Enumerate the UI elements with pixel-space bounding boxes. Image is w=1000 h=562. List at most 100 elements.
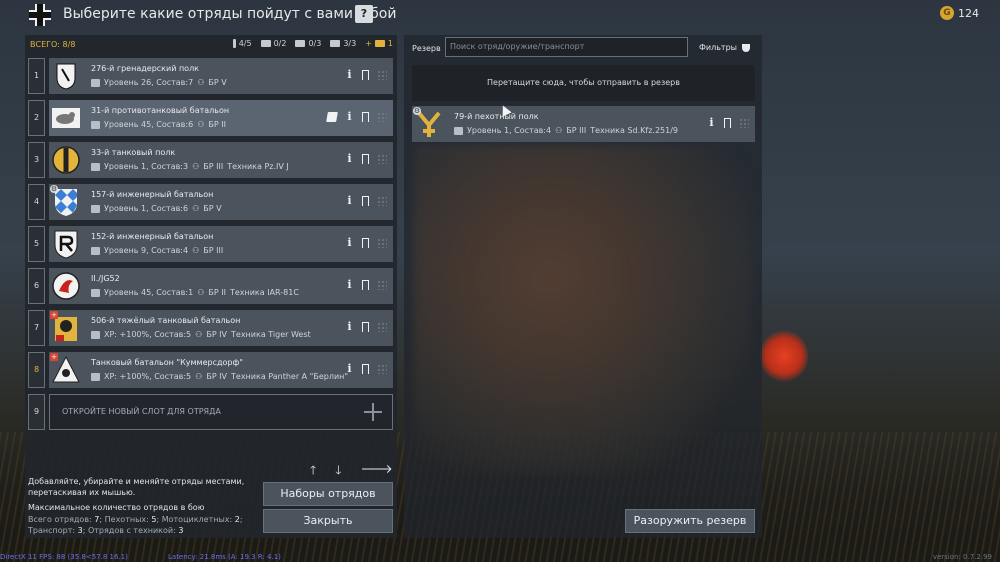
drag-handle-icon[interactable] [377,196,387,206]
bookmark-icon[interactable] [362,322,370,335]
reserve-squad-card[interactable]: ⚙ 79-й пехотный полк Уровень 1, Состав:4… [412,106,755,142]
drag-handle-icon[interactable] [377,112,387,122]
drag-handle-icon[interactable] [739,118,749,128]
info-icon[interactable]: i [345,237,354,249]
filters-button[interactable]: Фильтры [699,43,750,52]
drag-handle-icon[interactable] [377,238,387,248]
reserve-search-input[interactable]: Поиск отряд/оружие/транспорт [445,37,688,57]
drag-handle-icon[interactable] [377,280,387,290]
squad-slot-2[interactable]: 2 31-й противотанковый батальон Уровень … [28,100,393,136]
drag-handle-icon[interactable] [377,154,387,164]
plus-icon [364,403,382,421]
bookmark-icon[interactable] [362,70,370,83]
disarm-reserve-button[interactable]: Разоружить резерв [625,509,755,533]
version-readout: version: 0.7.2.99 [932,553,992,561]
bookmark-icon[interactable] [362,364,370,377]
squad-card[interactable]: 276-й гренадерский полк Уровень 26, Сост… [49,58,393,94]
squad-slot-7[interactable]: 7 + 506-й тяжёлый танковый батальон XP: … [28,310,393,346]
help-button[interactable]: ? [355,5,373,23]
squad-name: 157-й инженерный батальон [91,190,214,199]
squads-summary: ВСЕГО: 8/8 4/5 0/2 0/3 3/3 +1 [25,35,397,53]
fps-readout: DirectX 11 FPS: 88 (35.8<57.8 16.1) [0,553,128,561]
open-new-slot-button[interactable]: ОТКРОЙТЕ НОВЫЙ СЛОТ ДЛЯ ОТРЯДА [49,394,393,430]
person-icon: ⚇ [192,162,200,171]
slot-number: 2 [28,100,45,136]
info-icon[interactable]: i [345,321,354,333]
arrow-up-icon[interactable]: 🡑 [310,461,316,482]
reorder-arrows: 🡑 🡓 🡒 [310,461,393,482]
squad-name: 152-й инженерный батальон [91,232,214,241]
squad-stats: Уровень 1, Состав:4 ⚇ БР III Техника Sd.Kfz… [454,126,678,135]
bookmark-icon[interactable] [362,280,370,293]
drag-handle-icon[interactable] [377,364,387,374]
balkenkreuz-icon [29,4,51,26]
slot-number: 1 [28,58,45,94]
plane-icon [91,288,100,297]
squad-name: 506-й тяжёлый танковый батальон [91,316,241,325]
person-icon: ⚇ [195,372,203,381]
squad-stats: Уровень 1, Состав:6 ⚇ БР V [91,204,222,213]
reserve-label: Резерв [412,44,441,53]
squad-card[interactable]: 33-й танковый полк Уровень 1, Состав:3 ⚇ Б… [49,142,393,178]
infantry-icon [232,39,236,48]
squad-slot-6[interactable]: 6 II./JG52 Уровень 45, Состав:1 ⚇ БР II Тех… [28,268,393,304]
background-fire [760,330,808,382]
squad-slot-5[interactable]: 5 152-й инженерный батальон Уровень 9, С… [28,226,393,262]
info-icon[interactable]: i [345,69,354,81]
squad-slot-4[interactable]: 4 ⚙ 157-й инженерный батальон Уровень 1,… [28,184,393,220]
squad-name: 276-й гренадерский полк [91,64,200,73]
total-count: ВСЕГО: 8/8 [30,39,76,49]
reserve-panel: Резерв Поиск отряд/оружие/транспорт Филь… [404,35,762,538]
fire-icon [91,120,100,129]
gear-badge-icon: ⚙ [413,107,421,115]
squad-slot-3[interactable]: 3 33-й танковый полк Уровень 1, Состав:3… [28,142,393,178]
emblem-276-icon [56,63,76,90]
info-icon[interactable]: i [345,195,354,207]
squad-card[interactable]: + Танковый батальон "Куммерсдорф" XP: +1… [49,352,393,388]
slot-number: 5 [28,226,45,262]
squad-presets-button[interactable]: Наборы отрядов [263,482,393,506]
info-icon[interactable]: i [345,363,354,375]
premium-tank-icon [374,40,385,47]
arrow-right-icon[interactable]: 🡒 [361,461,393,482]
squad-slot-1[interactable]: 1 276-й гренадерский полк Уровень 26, Со… [28,58,393,94]
squad-card[interactable]: 31-й противотанковый батальон Уровень 45… [49,100,393,136]
infantry-icon [91,78,100,87]
premium-badge-icon: + [50,353,58,361]
reserve-dropzone[interactable]: Перетащите сюда, чтобы отправить в резер… [412,65,755,101]
bookmark-icon[interactable] [362,238,370,251]
squad-stats: XP: +100%, Состав:5 ⚇ БР IV Техника Tiger W… [91,330,311,339]
squad-card[interactable]: ⚙ 157-й инженерный батальон Уровень 1, С… [49,184,393,220]
info-icon[interactable]: i [345,153,354,165]
squad-stats: Уровень 1, Состав:3 ⚇ БР III Техника Pz.IV … [91,162,289,171]
bookmark-icon[interactable] [362,112,370,125]
bookmark-icon[interactable] [362,196,370,209]
slot-number: 7 [28,310,45,346]
info-icon[interactable]: i [707,117,716,129]
slot-number: 4 [28,184,45,220]
engineer-icon [260,40,271,47]
squads-panel: ВСЕГО: 8/8 4/5 0/2 0/3 3/3 +1 1 276-й гр… [25,35,397,538]
engineer-icon [91,246,100,255]
close-button[interactable]: Закрыть [263,509,393,533]
squad-slot-8[interactable]: 8 + Танковый батальон "Куммерсдорф" XP: … [28,352,393,388]
drag-handle-icon[interactable] [377,70,387,80]
bookmark-icon[interactable] [724,118,732,131]
emblem-jg52-icon [52,272,80,300]
person-icon: ⚇ [192,204,200,213]
max-squads-line-1: Всего отрядов: 7; Пехотных: 5; Мотоцикле… [28,515,243,524]
squad-slot-9[interactable]: 9 ОТКРОЙТЕ НОВЫЙ СЛОТ ДЛЯ ОТРЯДА [28,394,393,430]
tank-icon [330,40,341,47]
squad-card[interactable]: 152-й инженерный батальон Уровень 9, Сос… [49,226,393,262]
drag-handle-icon[interactable] [377,322,387,332]
arrow-down-icon[interactable]: 🡓 [335,461,341,482]
book-icon[interactable] [326,112,338,122]
squad-name: 79-й пехотный полк [454,112,539,121]
squad-card[interactable]: II./JG52 Уровень 45, Состав:1 ⚇ БР II Техни… [49,268,393,304]
info-icon[interactable]: i [345,111,354,123]
bookmark-icon[interactable] [362,154,370,167]
info-icon[interactable]: i [345,279,354,291]
slot-number: 6 [28,268,45,304]
squad-card[interactable]: + 506-й тяжёлый танковый батальон XP: +1… [49,310,393,346]
squad-name: II./JG52 [91,274,120,283]
